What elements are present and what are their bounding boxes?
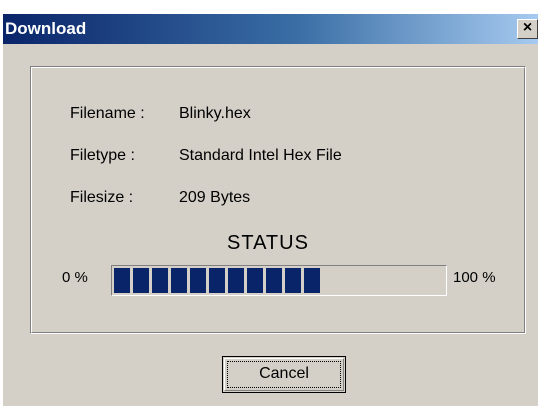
status-heading: STATUS [227, 232, 309, 254]
filename-label: Filename : [70, 105, 145, 122]
progress-segment [171, 268, 187, 293]
filesize-label: Filesize : [70, 189, 134, 206]
progress-segment [285, 268, 301, 293]
filetype-value: Standard Intel Hex File [179, 147, 342, 164]
progress-max-label: 100 % [453, 269, 496, 286]
progress-segment [133, 268, 149, 293]
progress-segment [190, 268, 206, 293]
progress-min-label: 0 % [62, 269, 88, 286]
progress-segment [152, 268, 168, 293]
progress-segment [266, 268, 282, 293]
download-dialog: Download × Filename : Blinky.hex Filetyp… [3, 14, 538, 406]
cancel-button-label: Cancel [259, 365, 309, 382]
cancel-button[interactable]: Cancel [222, 356, 346, 393]
filesize-value: 209 Bytes [179, 189, 251, 206]
filename-value: Blinky.hex [179, 105, 251, 122]
close-icon: × [522, 19, 533, 36]
progress-segment [209, 268, 225, 293]
window-title: Download [5, 19, 87, 38]
progress-segment [247, 268, 263, 293]
title-bar[interactable]: Download × [3, 14, 538, 44]
close-button[interactable]: × [517, 19, 538, 39]
progress-segment [304, 268, 320, 293]
progress-segment [114, 268, 130, 293]
progress-bar [111, 265, 447, 296]
progress-segment [228, 268, 244, 293]
progress-fill [114, 268, 320, 293]
filetype-label: Filetype : [70, 147, 135, 164]
